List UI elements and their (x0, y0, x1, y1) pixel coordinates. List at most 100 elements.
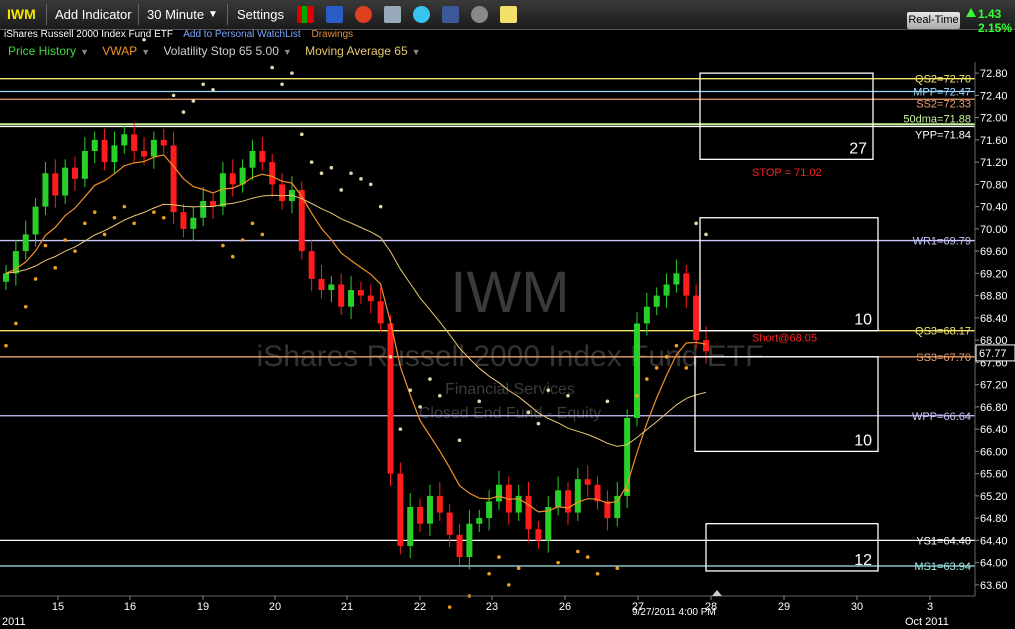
level-label: WPP=66.64 (912, 411, 971, 423)
y-tick-label: 64.80 (980, 513, 1008, 525)
volatility-stop-dot (674, 343, 679, 348)
volatility-stop-dot (23, 304, 28, 309)
candle-body (564, 490, 571, 513)
y-tick-label: 66.80 (980, 402, 1008, 414)
volatility-stop-dot (83, 221, 87, 226)
x-tick-label: 3 (927, 601, 933, 613)
volatility-stop-dot (260, 232, 265, 237)
volatility-stop-dot (487, 571, 491, 576)
level-label: WR1=69.79 (913, 236, 971, 248)
target-box (699, 217, 879, 332)
candle-body (643, 306, 650, 324)
candle-body (693, 295, 700, 341)
volatility-stop-dot (201, 82, 205, 87)
x-month-label: Oct 2011 (905, 616, 949, 628)
candle-body (160, 139, 167, 146)
y-tick-label: 71.20 (980, 157, 1008, 169)
volatility-stop-dot (536, 421, 541, 426)
candle-body (150, 139, 157, 157)
level-label: YS1=64.40 (916, 535, 971, 547)
y-tick-label: 69.60 (980, 246, 1008, 258)
candle-body (486, 501, 493, 519)
candle-body (249, 151, 256, 168)
candle-body (72, 167, 79, 179)
candle-body (377, 301, 384, 324)
level-label: QS2=72.70 (915, 74, 971, 86)
y-tick-label: 67.20 (980, 380, 1008, 392)
x-tick-label: 30 (851, 601, 863, 613)
target-box-label: 12 (854, 552, 872, 569)
volatility-stop-dot (378, 204, 383, 209)
level-label: SS3=67.70 (916, 352, 971, 364)
candle-body (190, 217, 197, 229)
volatility-stop-dot (92, 210, 97, 214)
y-tick-label: 63.60 (980, 580, 1008, 592)
volatility-stop-dot (152, 210, 156, 214)
volatility-stop-dot (654, 366, 659, 370)
level-label: SS2=72.33 (916, 98, 971, 110)
cursor-marker-icon[interactable] (712, 590, 722, 596)
volatility-stop-dot (290, 71, 294, 75)
volatility-stop-dot (388, 355, 393, 359)
candle-body (703, 340, 709, 352)
x-tick-label: 15 (52, 601, 64, 613)
volatility-stop-dot (122, 204, 127, 209)
candle-body (348, 290, 355, 307)
level-label: 50dma=71.88 (903, 113, 971, 125)
candle-body (3, 273, 9, 282)
volatility-stop-dot (339, 188, 344, 192)
volatility-stop-dot (704, 232, 708, 237)
x-tick-label: 20 (269, 601, 281, 613)
candle-body (673, 273, 680, 285)
candle-body (42, 173, 49, 207)
volatility-stop-dot (132, 221, 136, 226)
volatility-stop-dot (240, 238, 245, 242)
candle-body (62, 167, 69, 196)
watermark-symbol: IWM (450, 260, 569, 325)
candle-body (81, 151, 88, 179)
candle-body (466, 523, 473, 558)
x-tick-label: 21 (341, 601, 353, 613)
watermark-category: Closed End Fund - Equity (419, 405, 601, 422)
cursor-time-label: 9/27/2011 4:00 PM (632, 607, 716, 618)
y-tick-label: 71.60 (980, 135, 1008, 147)
volatility-stop-dot (625, 488, 629, 493)
y-tick-label: 64.40 (980, 535, 1008, 547)
volatility-stop-dot (556, 560, 560, 565)
y-tick-label: 66.40 (980, 424, 1008, 436)
candle-body (229, 173, 236, 185)
candle-body (436, 495, 443, 513)
candle-body (604, 501, 611, 519)
candle-body (407, 507, 414, 546)
candle-body (417, 507, 424, 524)
volatility-stop-dot (329, 165, 334, 170)
candle-body (633, 323, 640, 418)
candle-body (584, 479, 591, 485)
y-tick-label: 70.80 (980, 179, 1008, 191)
candle-body (279, 184, 286, 202)
candle-body (357, 290, 364, 296)
short-annotation: Short@68.05 (752, 332, 817, 344)
candle-body (200, 201, 207, 218)
y-tick-label: 70.40 (980, 202, 1008, 214)
volatility-stop-dot (73, 249, 77, 253)
y-tick-label: 70.00 (980, 224, 1008, 236)
candle-body (683, 273, 690, 296)
volatility-stop-dot (635, 393, 639, 398)
volatility-stop-dot (438, 393, 442, 398)
x-tick-label: 29 (778, 601, 790, 613)
target-box-label: 10 (854, 312, 872, 329)
x-tick-label: 22 (414, 601, 426, 613)
level-label: YPP=71.84 (915, 130, 971, 142)
price-chart[interactable]: IWM iShares Russell 2000 Index Fund ETF … (0, 0, 1015, 629)
candle-body (426, 495, 433, 524)
y-tick-label: 72.00 (980, 113, 1008, 125)
y-tick-label: 72.80 (980, 68, 1008, 80)
vwap-line (5, 154, 707, 513)
volatility-stop-dot (53, 266, 58, 270)
level-label: MPP=72.47 (913, 86, 971, 98)
candle-body (338, 284, 345, 307)
volatility-stop-dot (33, 277, 38, 281)
candle-body (141, 151, 148, 157)
volatility-stop-dot (447, 605, 452, 609)
